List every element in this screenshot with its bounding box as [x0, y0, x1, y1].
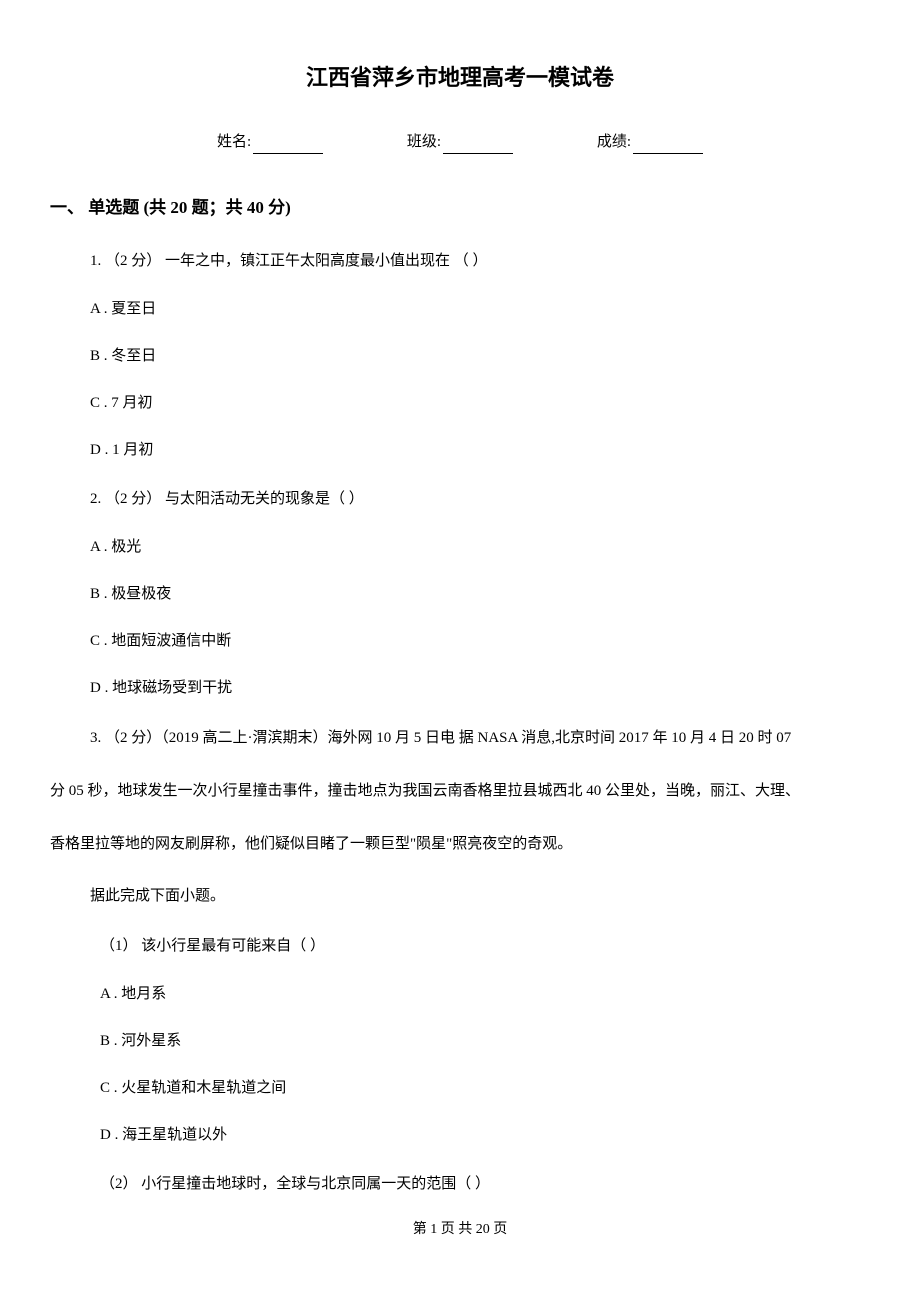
section-header: 一、 单选题 (共 20 题；共 40 分) [50, 194, 870, 221]
question-3-sub2-stem: （2） 小行星撞击地球时，全球与北京同属一天的范围（ ） [100, 1169, 870, 1199]
student-info-row: 姓名: 班级: 成绩: [50, 130, 870, 154]
question-1-stem: 1. （2 分） 一年之中，镇江正午太阳高度最小值出现在 （ ） [90, 246, 870, 276]
question-3-instruction: 据此完成下面小题。 [90, 881, 870, 911]
question-3-sub1-option-d: D . 海王星轨道以外 [100, 1122, 870, 1149]
question-2-stem: 2. （2 分） 与太阳活动无关的现象是（ ） [90, 484, 870, 514]
class-field: 班级: [407, 130, 513, 154]
exam-title: 江西省萍乡市地理高考一模试卷 [50, 60, 870, 95]
question-1-option-a: A . 夏至日 [90, 296, 870, 323]
question-1-option-c: C . 7 月初 [90, 390, 870, 417]
question-2-option-c: C . 地面短波通信中断 [90, 628, 870, 655]
name-blank [253, 153, 323, 154]
question-2-option-a: A . 极光 [90, 534, 870, 561]
class-blank [443, 153, 513, 154]
score-field: 成绩: [597, 130, 703, 154]
page-footer: 第 1 页 共 20 页 [50, 1219, 870, 1241]
question-2-option-b: B . 极昼极夜 [90, 581, 870, 608]
score-label: 成绩: [597, 134, 631, 150]
question-3-sub1-option-a: A . 地月系 [100, 981, 870, 1008]
name-field: 姓名: [217, 130, 323, 154]
question-3-sub1-option-c: C . 火星轨道和木星轨道之间 [100, 1075, 870, 1102]
question-3-sub1-option-b: B . 河外星系 [100, 1028, 870, 1055]
question-3-sub1-stem: （1） 该小行星最有可能来自（ ） [100, 931, 870, 961]
score-blank [633, 153, 703, 154]
question-1-option-b: B . 冬至日 [90, 343, 870, 370]
name-label: 姓名: [217, 134, 251, 150]
class-label: 班级: [407, 134, 441, 150]
question-1-option-d: D . 1 月初 [90, 437, 870, 464]
question-3-passage-line1: 3. （2 分）（2019 高二上·渭滨期末）海外网 10 月 5 日电 据 N… [90, 722, 870, 755]
question-3-passage-line2: 分 05 秒，地球发生一次小行星撞击事件，撞击地点为我国云南香格里拉县城西北 4… [50, 775, 870, 808]
question-2-option-d: D . 地球磁场受到干扰 [90, 675, 870, 702]
question-3-passage-line3: 香格里拉等地的网友刷屏称，他们疑似目睹了一颗巨型"陨星"照亮夜空的奇观。 [50, 828, 870, 861]
